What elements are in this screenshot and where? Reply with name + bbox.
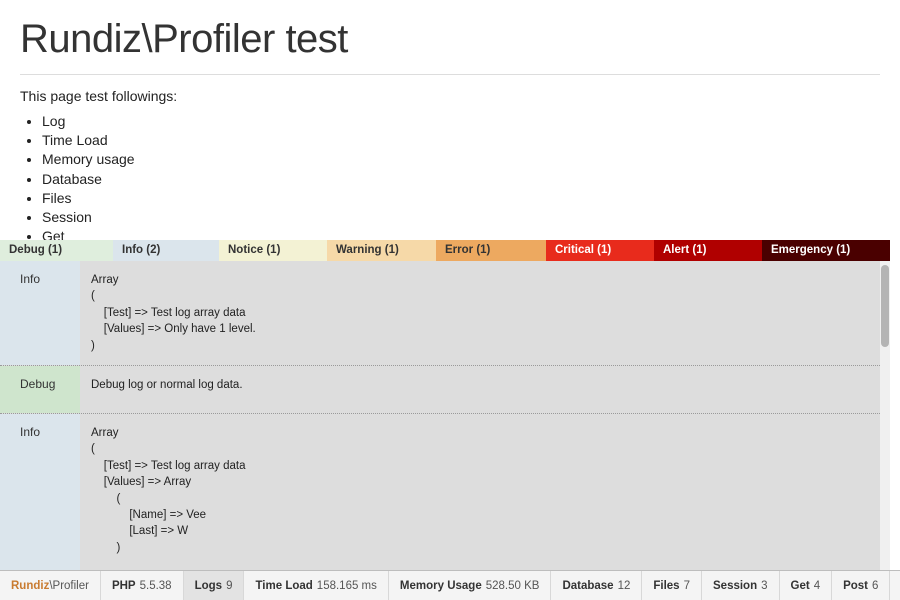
toolbar-item[interactable]: PHP 5.5.38 [101,571,184,600]
profiler-toolbar: Rundiz\Profiler PHP 5.5.38 Logs 9 Time Load 15… [0,570,900,600]
feature-list-item: Time Load [42,131,880,150]
log-scroll-area[interactable]: InfoArray ( [Test] => Test log array dat… [0,261,890,570]
log-message: Debug log or normal log data. [80,366,890,413]
log-level-tab[interactable]: Error (1) [436,240,546,261]
log-row: InfoArray ( [Test] => Test log array dat… [0,414,890,570]
feature-list-item: Log [42,112,880,131]
toolbar-item[interactable]: Database 12 [551,571,642,600]
toolbar-item-value: 6 [872,580,878,592]
log-level-tab[interactable]: Warning (1) [327,240,436,261]
log-level-label: Debug [0,366,80,413]
toolbar-item-value: 4 [814,580,820,592]
toolbar-item-key: Logs [195,580,222,592]
log-level-tab[interactable]: Emergency (1) [762,240,890,261]
log-level-label: Info [0,261,80,365]
log-level-tab[interactable]: Alert (1) [654,240,762,261]
log-level-tabs[interactable]: Debug (1)Info (2)Notice (1)Warning (1)Er… [0,240,890,261]
toolbar-item-key: Session [713,580,757,592]
feature-list-item: Session [42,208,880,227]
toolbar-item[interactable]: Session 3 [702,571,780,600]
page-root: Rundiz\Profiler test This page test foll… [0,0,900,600]
toolbar-item-key: Files [653,580,679,592]
log-level-tab[interactable]: Notice (1) [219,240,327,261]
toolbar-item-key: Post [843,580,868,592]
title-divider [20,74,880,75]
log-row: InfoArray ( [Test] => Test log array dat… [0,261,890,366]
log-message: Array ( [Test] => Test log array data [V… [80,261,890,365]
profiler-log-panel: Debug (1)Info (2)Notice (1)Warning (1)Er… [0,240,890,570]
toolbar-item-key: Memory Usage [400,580,482,592]
toolbar-item-value: 12 [618,580,631,592]
toolbar-filler [890,571,900,600]
page-title: Rundiz\Profiler test [20,0,880,74]
toolbar-item[interactable]: Get 4 [780,571,833,600]
toolbar-item[interactable]: Files 7 [642,571,702,600]
toolbar-item-key: PHP [112,580,136,592]
document-content: Rundiz\Profiler test This page test foll… [0,0,900,246]
log-level-tab[interactable]: Info (2) [113,240,219,261]
toolbar-item-value: 5.5.38 [140,580,172,592]
toolbar-item[interactable]: Memory Usage 528.50 KB [389,571,552,600]
log-level-tab[interactable]: Critical (1) [546,240,654,261]
toolbar-item[interactable]: Time Load 158.165 ms [244,571,388,600]
feature-list-item: Memory usage [42,150,880,169]
toolbar-item-value: 3 [761,580,767,592]
toolbar-item-value: 9 [226,580,232,592]
log-row-list: InfoArray ( [Test] => Test log array dat… [0,261,890,570]
feature-list: LogTime LoadMemory usageDatabaseFilesSes… [20,112,880,246]
log-scrollbar-track[interactable] [880,261,890,570]
toolbar-item-key: Rundiz [11,580,49,592]
feature-list-item: Database [42,170,880,189]
toolbar-item-key: Time Load [255,580,312,592]
log-row: DebugDebug log or normal log data. [0,366,890,414]
toolbar-item-key: Get [791,580,810,592]
feature-list-item: Files [42,189,880,208]
intro-text: This page test followings: [20,87,880,106]
log-scrollbar-thumb[interactable] [881,265,889,347]
toolbar-item-value: 7 [684,580,690,592]
toolbar-item-value: 528.50 KB [486,580,540,592]
log-message: Array ( [Test] => Test log array data [V… [80,414,890,570]
toolbar-item[interactable]: Post 6 [832,571,890,600]
log-level-label: Info [0,414,80,570]
toolbar-item-key: Database [562,580,613,592]
toolbar-item[interactable]: Logs 9 [184,571,245,600]
toolbar-item-value: 158.165 ms [317,580,377,592]
toolbar-item-suffix: \Profiler [49,580,89,592]
log-level-tab[interactable]: Debug (1) [0,240,113,261]
toolbar-item[interactable]: Rundiz\Profiler [0,571,101,600]
